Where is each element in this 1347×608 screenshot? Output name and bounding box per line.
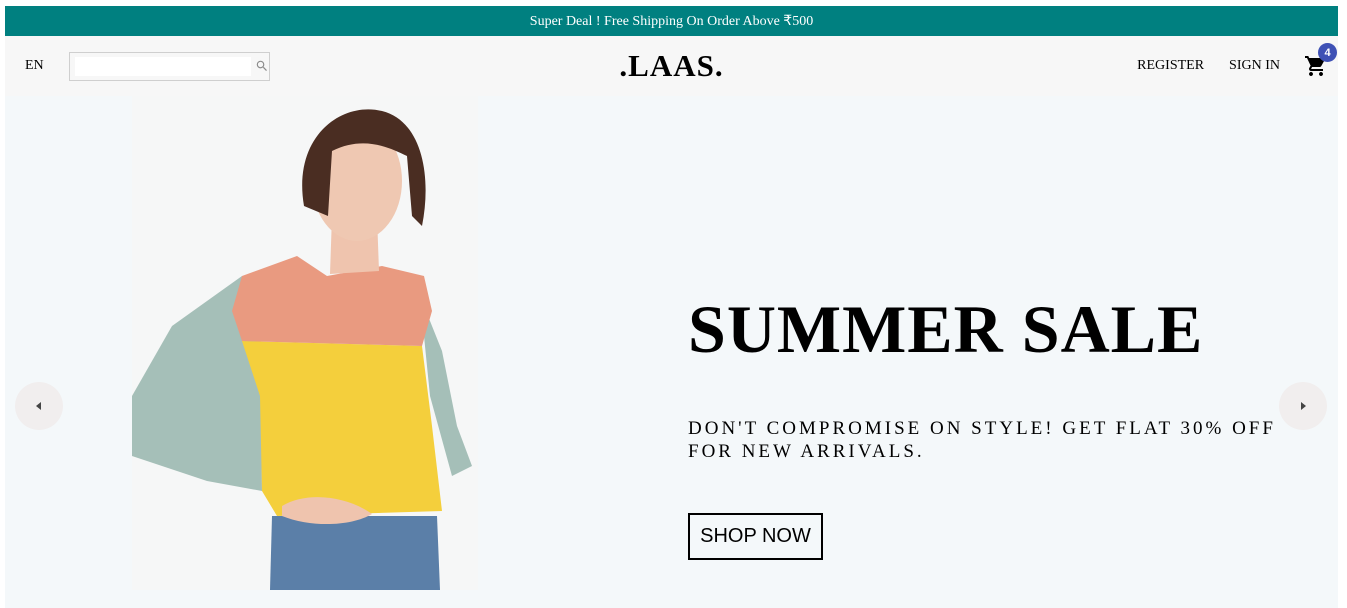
arrow-left-icon [36,402,41,410]
hero-slider: SUMMER SALE DON'T COMPROMISE ON STYLE! G… [5,96,1338,608]
cart-button[interactable]: 4 [1304,43,1337,78]
navbar-left: EN [5,51,1137,81]
slider-next-button[interactable] [1279,382,1327,430]
hero-model-image [132,96,478,590]
hero-title: SUMMER SALE [688,291,1204,367]
search-container [68,51,270,81]
hero-text-block: SUMMER SALE DON'T COMPROMISE ON STYLE! G… [688,291,1328,560]
navbar: EN .LAAS. REGISTER SIGN IN 4 [5,36,1338,96]
cart-count-badge: 4 [1318,43,1337,62]
shop-now-button[interactable]: SHOP NOW [688,513,823,560]
arrow-right-icon [1301,402,1306,410]
announcement-text: Super Deal ! Free Shipping On Order Abov… [529,13,814,29]
announcement-bar: Super Deal ! Free Shipping On Order Abov… [5,6,1338,36]
language-selector[interactable]: EN [25,58,44,74]
search-input[interactable] [74,56,251,76]
register-link[interactable]: REGISTER [1137,58,1204,74]
hero-description: DON'T COMPROMISE ON STYLE! GET FLAT 30% … [688,418,1276,462]
sign-in-link[interactable]: SIGN IN [1229,58,1280,74]
slider-prev-button[interactable] [15,382,63,430]
logo[interactable]: .LAAS. [619,48,723,84]
navbar-right: REGISTER SIGN IN 4 [1137,43,1337,78]
search-icon[interactable] [255,59,269,73]
